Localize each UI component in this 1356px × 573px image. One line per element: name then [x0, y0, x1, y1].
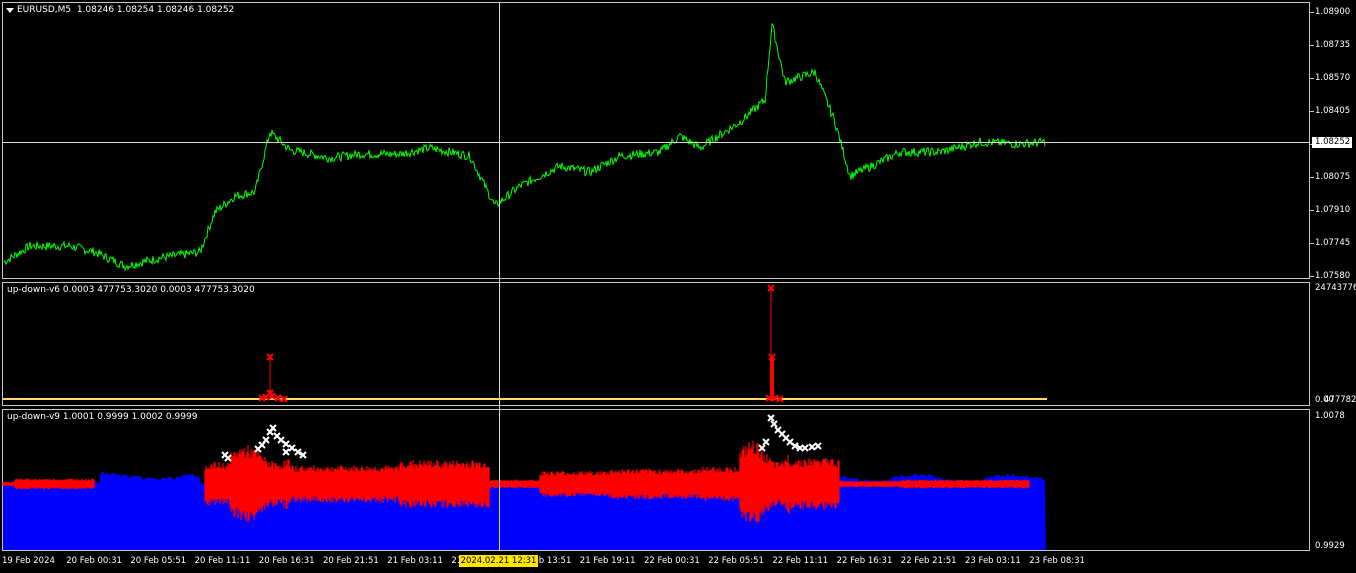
- indicator2-marker: [801, 444, 809, 452]
- time-axis-label: 20 Feb 00:31: [66, 556, 122, 566]
- indicator2-marker: [767, 414, 775, 422]
- price-scale-label: 1.08570: [1315, 73, 1351, 83]
- time-axis-label: 23 Feb 03:11: [965, 556, 1021, 566]
- price-scale-label: 1.08735: [1315, 40, 1351, 50]
- time-axis-label: 21 Feb 19:11: [579, 556, 636, 566]
- time-axis-label: 21 Feb 03:11: [387, 556, 443, 566]
- indicator1-plot: [3, 284, 1047, 403]
- price-line-series: [3, 22, 1046, 272]
- price-scale-label: 1.07910: [1315, 205, 1351, 215]
- price-scale-label: 1.08900: [1315, 7, 1351, 17]
- indicator2-scale-bottom: 0.9929: [1315, 541, 1345, 551]
- crosshair-horizontal: [3, 142, 1310, 143]
- main-chart-title: EURUSD,M5 1.08246 1.08254 1.08246 1.0825…: [17, 5, 235, 15]
- price-line: [3, 22, 1046, 272]
- time-axis-label: 22 Feb 00:31: [644, 556, 700, 566]
- indicator2-marker: [770, 420, 778, 428]
- time-axis-label: 22 Feb 16:31: [836, 556, 893, 566]
- indicator2-plot: [2, 414, 1046, 550]
- price-scale-tick: [1310, 78, 1314, 79]
- indicator1-scale-bottom-b: 477782750: [1324, 395, 1356, 405]
- indicator2-marker: [808, 443, 816, 451]
- indicator2-title: up-down-v9 1.0001 0.9999 1.0002 0.9999: [7, 412, 198, 422]
- price-scale-tick: [1310, 45, 1314, 46]
- time-axis-label: 22 Feb 11:11: [772, 556, 829, 566]
- indicator2-marker: [814, 442, 822, 450]
- indicator2-marker: [282, 440, 290, 448]
- time-axis-label: 23 Feb 08:31: [1029, 556, 1085, 566]
- indicator1-scale-top: 247437767: [1315, 283, 1356, 293]
- indicator2-marker: [224, 454, 232, 462]
- time-axis-label: 22 Feb 05:51: [708, 556, 764, 566]
- crosshair-time-label: 2024.02.21 12:31: [459, 555, 538, 567]
- crosshair-vertical: [499, 3, 500, 551]
- indicator2-marker: [262, 436, 270, 444]
- price-scale-tick: [1310, 243, 1314, 244]
- time-axis-label: 20 Feb 16:31: [258, 556, 315, 566]
- price-scale-tick: [1310, 12, 1314, 13]
- time-axis-label: 20 Feb 21:51: [323, 556, 379, 566]
- price-scale-tick: [1310, 210, 1314, 211]
- current-price-label: 1.08252: [1312, 137, 1352, 148]
- indicator2-marker: [288, 444, 296, 452]
- price-scale-tick: [1310, 111, 1314, 112]
- price-scale-label: 1.07580: [1315, 271, 1351, 281]
- indicator1-title: up-down-v6 0.0003 477753.3020 0.0003 477…: [7, 285, 255, 295]
- price-scale-label: 1.07745: [1315, 238, 1351, 248]
- time-axis-label: 22 Feb 21:51: [900, 556, 957, 566]
- chart-menu-arrow-icon[interactable]: [6, 8, 14, 13]
- time-axis-label: 20 Feb 05:51: [130, 556, 187, 566]
- price-scale-label: 1.08075: [1315, 172, 1351, 182]
- price-scale-tick: [1310, 276, 1314, 277]
- price-scale-tick: [1310, 177, 1314, 178]
- time-axis-label: 19 Feb 2024: [2, 556, 55, 566]
- indicator2-marker: [762, 438, 770, 446]
- time-axis-label: 20 Feb 11:11: [194, 556, 251, 566]
- indicator2-marker: [282, 448, 290, 456]
- price-scale-label: 1.08405: [1315, 106, 1351, 116]
- indicator1-bar: [770, 357, 774, 399]
- indicator2-scale-top: 1.0078: [1315, 411, 1345, 421]
